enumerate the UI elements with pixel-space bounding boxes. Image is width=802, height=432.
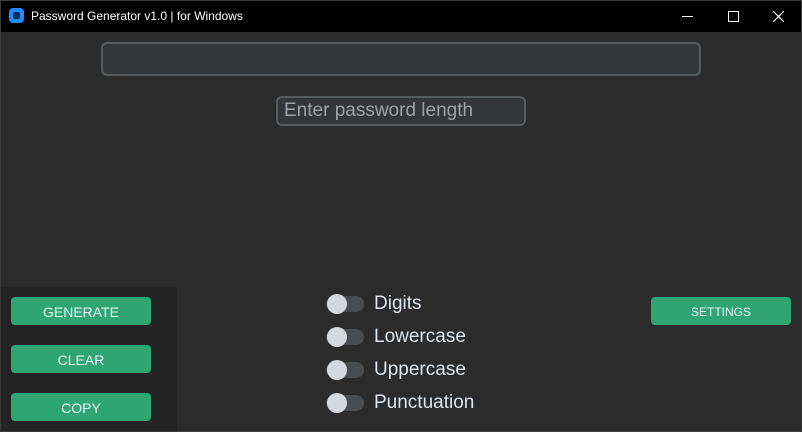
switch-track[interactable]: [326, 294, 364, 314]
lowercase-label: Lowercase: [374, 326, 466, 347]
switch-knob: [327, 327, 347, 347]
close-button[interactable]: [756, 1, 802, 32]
minimize-icon: [682, 16, 693, 17]
punctuation-switch[interactable]: Punctuation: [326, 390, 474, 416]
app-icon: [9, 8, 24, 23]
switch-knob: [327, 360, 347, 380]
punctuation-label: Punctuation: [374, 392, 475, 413]
clear-button[interactable]: CLEAR: [11, 345, 151, 373]
digits-label: Digits: [374, 293, 422, 314]
switch-track[interactable]: [326, 393, 364, 413]
digits-switch[interactable]: Digits: [326, 291, 422, 317]
main-panel: [1, 32, 801, 287]
uppercase-label: Uppercase: [374, 359, 466, 380]
minimize-button[interactable]: [665, 1, 711, 32]
window-title: Password Generator v1.0 | for Windows: [31, 9, 243, 23]
switch-knob: [327, 294, 347, 314]
maximize-button[interactable]: [711, 1, 757, 32]
switch-track[interactable]: [326, 327, 364, 347]
app-window: Password Generator v1.0 | for Windows GE…: [0, 0, 802, 432]
generate-button[interactable]: GENERATE: [11, 297, 151, 325]
password-output-field[interactable]: [101, 42, 701, 76]
close-icon: [773, 11, 784, 22]
title-bar[interactable]: Password Generator v1.0 | for Windows: [1, 1, 801, 32]
settings-button[interactable]: SETTINGS: [651, 297, 791, 325]
controls-panel: GENERATE CLEAR COPY Digits Lowercase Upp…: [1, 287, 801, 431]
password-length-input[interactable]: [276, 96, 526, 126]
uppercase-switch[interactable]: Uppercase: [326, 357, 466, 383]
switch-track[interactable]: [326, 360, 364, 380]
lowercase-switch[interactable]: Lowercase: [326, 324, 466, 350]
copy-button[interactable]: COPY: [11, 393, 151, 421]
switch-knob: [327, 393, 347, 413]
maximize-icon: [728, 11, 739, 22]
